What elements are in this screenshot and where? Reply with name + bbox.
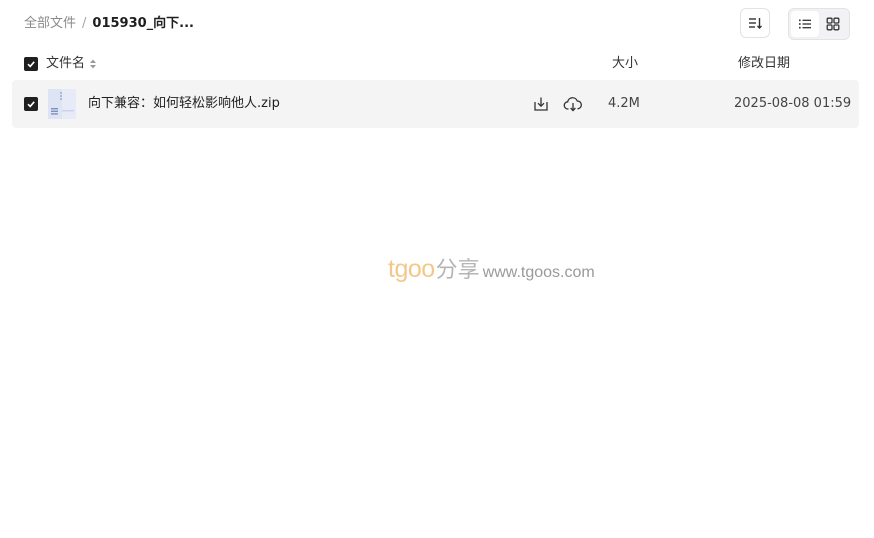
watermark: tgoo 分享 www.tgoos.com [388,252,595,284]
sort-button[interactable] [740,8,770,38]
column-header-modified[interactable]: 修改日期 [738,50,790,78]
check-icon [27,101,35,108]
column-header-name[interactable]: 文件名 [46,50,97,78]
sort-icon [749,18,762,29]
watermark-url: www.tgoos.com [482,264,595,281]
table-header: 文件名 大小 修改日期 [0,50,874,78]
select-all-checkbox[interactable] [24,57,38,71]
row-checkbox[interactable] [24,97,38,111]
grid-view-button[interactable] [819,11,847,37]
zip-file-icon [47,88,77,120]
file-size: 4.2M [608,96,640,111]
view-toggle [788,8,850,40]
breadcrumb-root[interactable]: 全部文件 [24,15,76,33]
breadcrumb: 全部文件 / 015930_向下... [24,15,194,33]
list-view-icon [799,19,811,29]
breadcrumb-current: 015930_向下... [92,16,194,31]
column-header-size[interactable]: 大小 [612,50,638,78]
table-row[interactable]: 向下兼容：如何轻松影响他人.zip 4.2M 2025-08-08 01:59 [12,80,859,128]
column-header-name-label: 文件名 [46,56,86,71]
breadcrumb-separator: / [82,16,87,31]
file-browser: 全部文件 / 015930_向下... 文件名 大小 修改日期 向下兼容：如何轻… [0,0,874,538]
cloud-save-icon [563,97,582,112]
file-name[interactable]: 向下兼容：如何轻松影响他人.zip [88,95,280,113]
grid-view-icon [826,17,840,31]
cloud-save-button[interactable] [563,94,583,114]
list-view-button[interactable] [791,11,819,37]
watermark-brand: tgoo [388,255,435,283]
download-icon [534,97,548,111]
sort-arrows-icon [89,58,97,70]
file-modified-date: 2025-08-08 01:59 [734,96,852,111]
check-icon [27,61,35,68]
watermark-suffix: 分享 [435,258,480,283]
download-button[interactable] [531,94,551,114]
